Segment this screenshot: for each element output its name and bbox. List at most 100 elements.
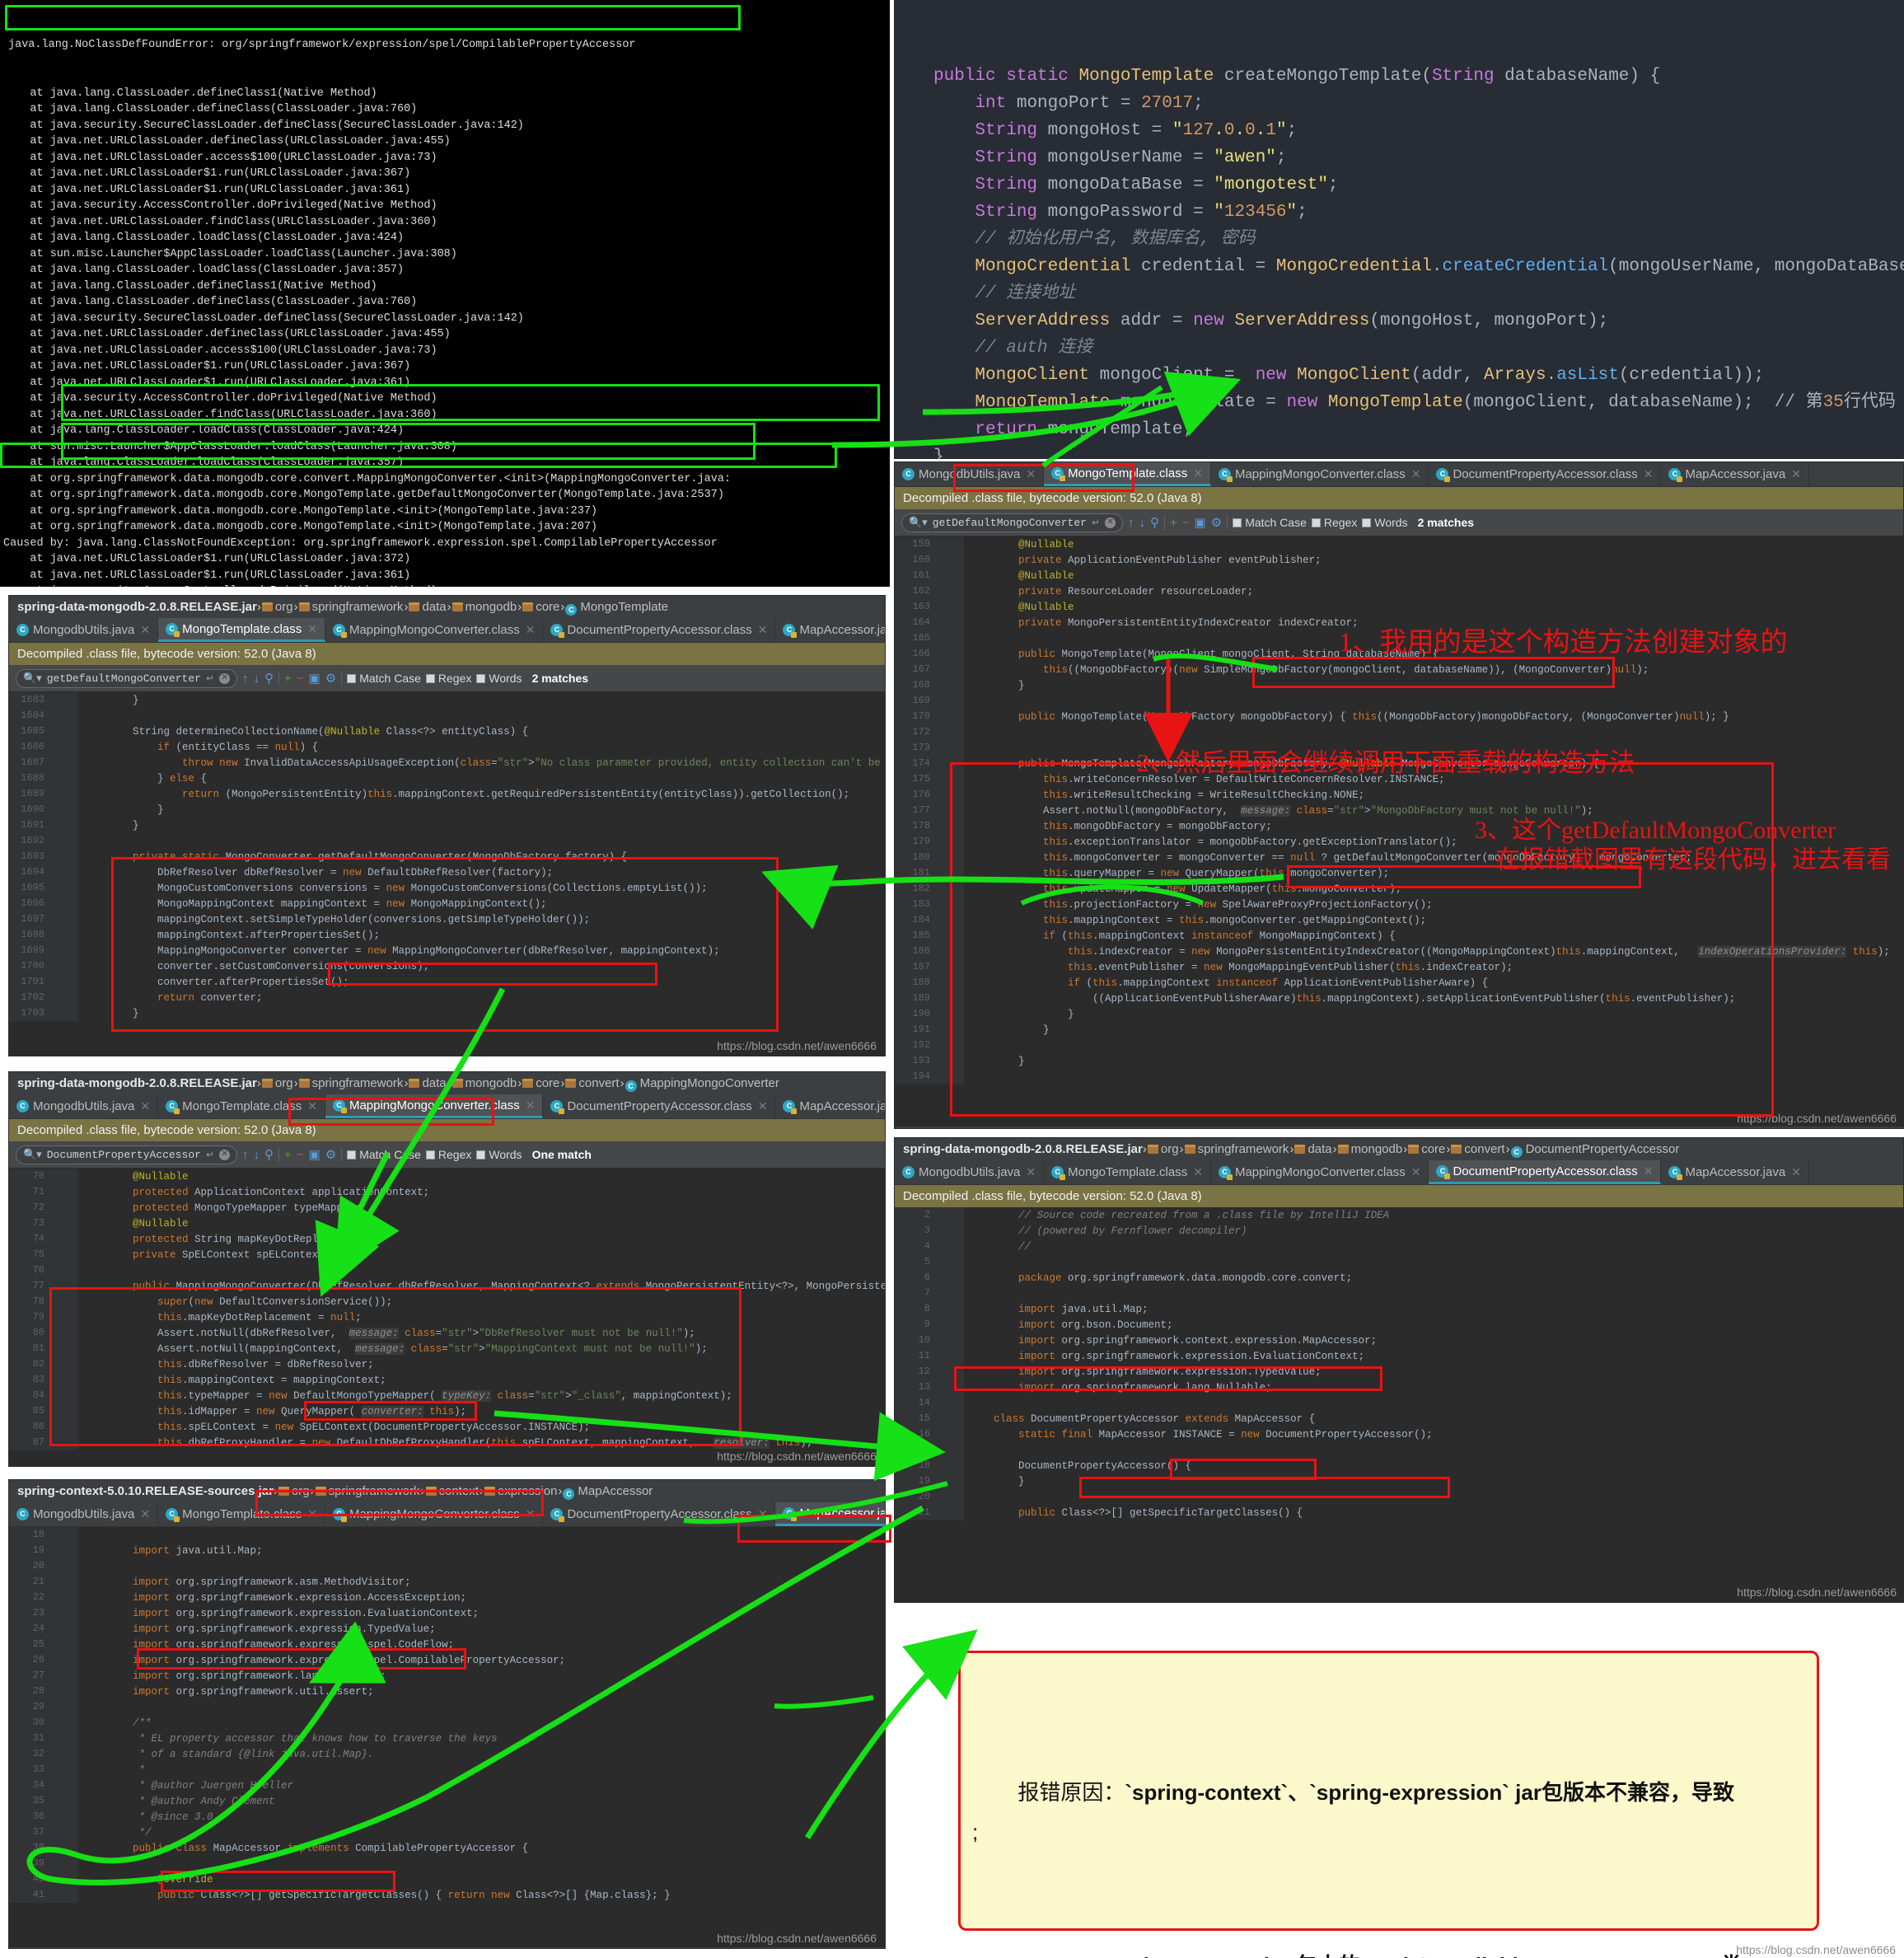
close-icon[interactable]: ✕ <box>1193 466 1203 480</box>
gutter-marker[interactable] <box>52 1762 78 1778</box>
breadcrumb-item[interactable]: C MongoTemplate <box>565 600 668 616</box>
gutter-marker[interactable] <box>52 1005 78 1021</box>
findbar-mappingmongoconverter[interactable]: 🔍▾ DocumentPropertyAccessor ↵ ✕ ↑ ↓ ⚲ + … <box>9 1141 885 1169</box>
gutter-marker[interactable] <box>52 911 78 927</box>
gutter-marker[interactable] <box>938 724 964 740</box>
findbar-mongotemplate-left[interactable]: 🔍▾ getDefaultMongoConverter ↵ ✕ ↑ ↓ ⚲ + … <box>9 665 885 692</box>
remove-selection-icon[interactable]: − <box>297 1148 304 1162</box>
find-prev-icon[interactable]: ↑ <box>242 672 249 686</box>
gutter-marker[interactable] <box>52 1435 78 1450</box>
close-icon[interactable]: ✕ <box>307 622 317 636</box>
find-prev-icon[interactable]: ↑ <box>1128 516 1134 530</box>
breadcrumb-jar[interactable]: spring-data-mongodb-2.0.8.RELEASE.jar <box>17 1076 257 1090</box>
gutter-marker[interactable] <box>938 1239 964 1254</box>
gutter-marker[interactable] <box>938 1426 964 1442</box>
gutter-marker[interactable] <box>938 1473 964 1489</box>
gutter-marker[interactable] <box>52 1341 78 1356</box>
gutter-marker[interactable] <box>52 1887 78 1903</box>
breadcrumb-item[interactable]: mongodb <box>1337 1142 1402 1156</box>
regex-checkbox[interactable]: Regex <box>425 672 471 685</box>
select-all-occurrences-icon[interactable]: ▣ <box>309 1147 320 1162</box>
gutter-marker[interactable] <box>938 850 964 865</box>
tab-mongodbutils-java[interactable]: C MongodbUtils.java ✕ <box>895 462 1045 486</box>
tab-mapaccessor-java[interactable]: CMapAccessor.java✕ <box>775 1502 885 1526</box>
add-selection-icon[interactable]: + <box>284 1148 292 1162</box>
gutter-marker[interactable] <box>52 1731 78 1746</box>
breadcrumb-item[interactable]: org <box>261 1076 293 1090</box>
gutter-marker[interactable] <box>52 817 78 833</box>
gutter-marker[interactable] <box>938 583 964 599</box>
find-prev-icon[interactable]: ↑ <box>242 1148 249 1162</box>
gutter-marker[interactable] <box>52 739 78 755</box>
gear-icon[interactable]: ⚙ <box>325 1147 336 1162</box>
gutter-marker[interactable] <box>938 944 964 959</box>
tab-mongotemplate-class[interactable]: C MongoTemplate.class ✕ <box>1044 1160 1211 1184</box>
gutter-marker[interactable] <box>938 630 964 646</box>
tabbar-documentpropertyaccessor[interactable]: C MongodbUtils.java ✕ C MongoTemplate.class ✕… <box>895 1160 1903 1185</box>
gutter-marker[interactable] <box>938 1254 964 1270</box>
gutter-marker[interactable] <box>938 646 964 662</box>
gutter-marker[interactable] <box>938 662 964 677</box>
gutter-marker[interactable] <box>938 771 964 787</box>
gutter-marker[interactable] <box>938 677 964 693</box>
breadcrumb-mapaccessor[interactable]: spring-context-5.0.10.RELEASE-sources.ja… <box>9 1480 885 1502</box>
gear-icon[interactable]: ⚙ <box>325 671 336 686</box>
gutter-marker[interactable] <box>52 1856 78 1871</box>
gutter-marker[interactable] <box>52 1184 78 1200</box>
close-icon[interactable]: ✕ <box>526 1098 536 1112</box>
gutter-marker[interactable] <box>938 803 964 818</box>
gutter-marker[interactable] <box>52 1621 78 1637</box>
gutter-marker[interactable] <box>938 1505 964 1520</box>
gutter-marker[interactable] <box>938 1348 964 1364</box>
breadcrumb-mappingmongoconverter[interactable]: spring-data-mongodb-2.0.8.RELEASE.jar› or… <box>9 1072 885 1094</box>
gutter-marker[interactable] <box>938 1006 964 1022</box>
breadcrumb-item[interactable]: org <box>261 600 293 614</box>
gutter-marker[interactable] <box>938 1442 964 1458</box>
find-next-icon[interactable]: ↓ <box>254 1148 260 1162</box>
breadcrumb-item[interactable]: core <box>1408 1142 1445 1156</box>
gutter-marker[interactable] <box>938 881 964 897</box>
tab-mappingmongoconverter-class[interactable]: C MappingMongoConverter.class ✕ <box>325 1094 544 1118</box>
add-selection-icon[interactable]: + <box>284 672 292 686</box>
gutter-marker[interactable] <box>52 1699 78 1715</box>
gutter-marker[interactable] <box>938 615 964 630</box>
gutter-marker[interactable] <box>52 1715 78 1731</box>
tab-mongodbutils-java[interactable]: C MongodbUtils.java ✕ <box>9 1094 159 1118</box>
gutter-marker[interactable] <box>938 865 964 881</box>
gutter-marker[interactable] <box>52 708 78 724</box>
tab-mongotemplate-class[interactable]: C MongoTemplate.class ✕ <box>158 618 325 642</box>
codearea-mongotemplate-left[interactable]: 1683 } 1684 1685 String determineCollectio… <box>9 692 885 1056</box>
close-icon[interactable]: ✕ <box>307 1099 317 1113</box>
gutter-marker[interactable] <box>52 1356 78 1372</box>
breadcrumb-item[interactable]: convert <box>1451 1142 1505 1156</box>
gutter-marker[interactable] <box>52 1262 78 1278</box>
gutter-marker[interactable] <box>938 1223 964 1239</box>
gutter-marker[interactable] <box>52 1309 78 1325</box>
panel-mongotemplate-left[interactable]: spring-data-mongodb-2.0.8.RELEASE.jar› or… <box>8 595 886 1056</box>
find-next-icon[interactable]: ↓ <box>254 672 260 686</box>
gutter-marker[interactable] <box>52 974 78 990</box>
find-next-icon[interactable]: ↓ <box>1139 516 1146 530</box>
match-case-checkbox[interactable]: Match Case <box>347 1148 421 1161</box>
gutter-marker[interactable] <box>938 740 964 756</box>
tab-mapaccessor-java[interactable]: CMapAccessor.java✕ <box>1661 462 1809 486</box>
breadcrumb-item[interactable]: core <box>522 600 559 614</box>
close-icon[interactable]: ✕ <box>140 1099 150 1113</box>
gutter-marker[interactable] <box>938 1270 964 1286</box>
gutter-marker[interactable] <box>52 692 78 708</box>
gutter-marker[interactable] <box>52 786 78 802</box>
add-selection-icon[interactable]: + <box>1170 516 1177 530</box>
close-icon[interactable]: ✕ <box>1791 467 1801 481</box>
tab-mappingmongoconverter-class[interactable]: C MappingMongoConverter.class ✕ <box>1210 1160 1429 1184</box>
tabbar-mongotemplate-left[interactable]: C MongodbUtils.java ✕ C MongoTemplate.class ✕… <box>9 618 885 643</box>
find-filter-icon[interactable]: ⚲ <box>1150 515 1159 530</box>
gutter-marker[interactable] <box>938 693 964 709</box>
clear-icon[interactable]: ✕ <box>219 1149 231 1160</box>
tab-mongotemplate-class[interactable]: C MongoTemplate.class ✕ <box>158 1502 325 1526</box>
close-icon[interactable]: ✕ <box>1644 1164 1654 1178</box>
gutter-marker[interactable] <box>52 833 78 849</box>
findbar-mongotemplate-right[interactable]: 🔍▾ getDefaultMongoConverter ↵ ✕ ↑ ↓ ⚲ + … <box>895 509 1903 536</box>
regex-checkbox[interactable]: Regex <box>425 1148 471 1161</box>
panel-mappingmongoconverter[interactable]: spring-data-mongodb-2.0.8.RELEASE.jar› or… <box>8 1071 886 1467</box>
codearea-mongotemplate-right[interactable]: 159 @Nullable 160 private ApplicationEven… <box>895 536 1903 1127</box>
